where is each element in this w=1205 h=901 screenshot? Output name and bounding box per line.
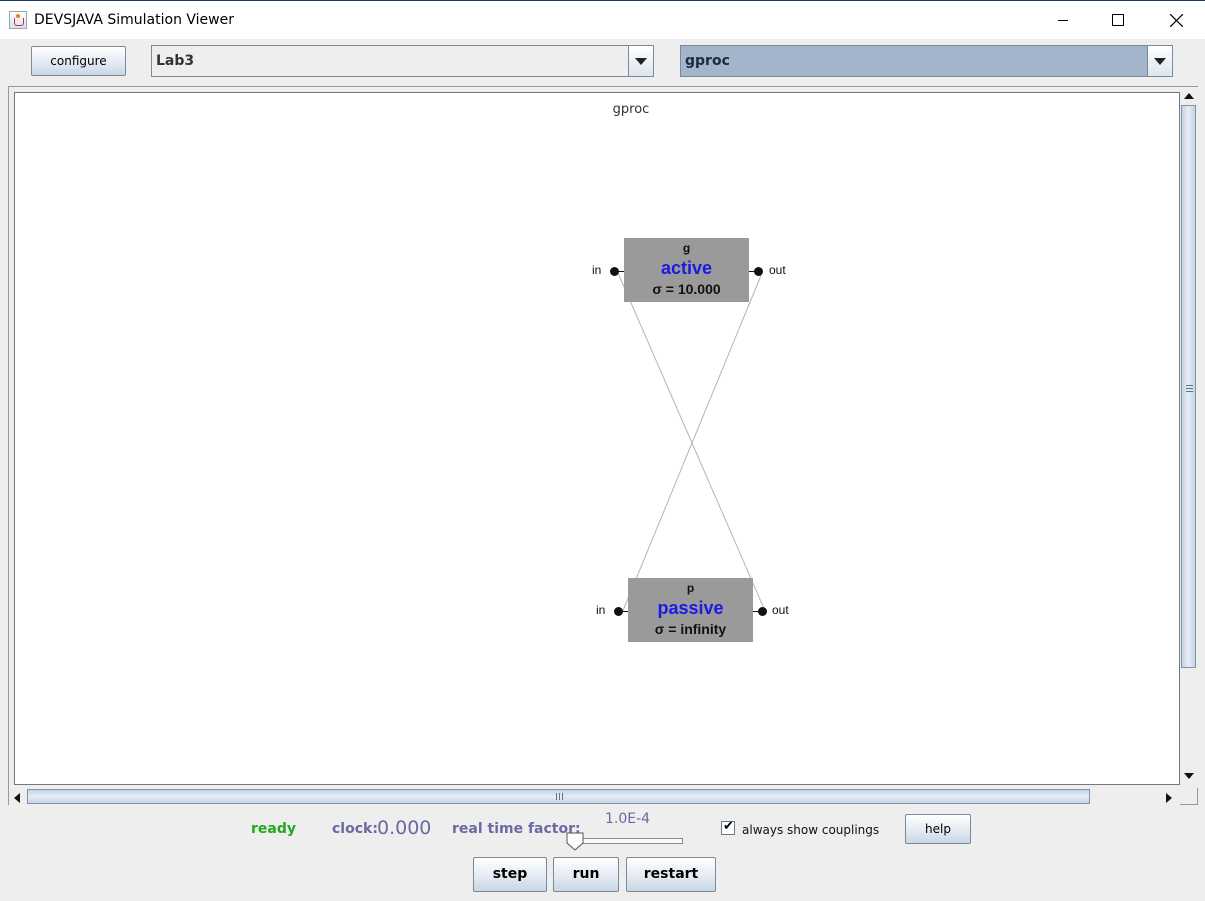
- chevron-down-icon[interactable]: [1147, 46, 1172, 76]
- real-time-factor-value: 1.0E-4: [605, 811, 651, 827]
- scroll-left-icon[interactable]: [14, 793, 20, 803]
- chevron-down-icon[interactable]: [628, 46, 653, 76]
- horizontal-scroll-thumb[interactable]: [27, 789, 1090, 804]
- slider-thumb[interactable]: [566, 832, 584, 851]
- model-sigma: σ = 10.000: [652, 281, 721, 297]
- g-in-port-label: in: [592, 263, 602, 277]
- vertical-scroll-thumb[interactable]: [1181, 105, 1196, 668]
- check-icon: ✔: [723, 819, 734, 834]
- p-in-port-dot[interactable]: [614, 607, 623, 616]
- component-select[interactable]: gproc: [680, 45, 1173, 77]
- coupling-lines: [617, 272, 767, 614]
- model-select[interactable]: Lab3: [151, 45, 654, 77]
- step-button[interactable]: step: [473, 857, 547, 892]
- model-phase: passive: [657, 598, 724, 618]
- restart-button[interactable]: restart: [626, 857, 716, 892]
- scroll-up-icon[interactable]: [1184, 93, 1194, 99]
- show-couplings-label: always show couplings: [742, 823, 880, 837]
- p-out-port-label: out: [772, 603, 789, 617]
- real-time-factor-slider[interactable]: [567, 838, 683, 844]
- title-bar: DEVSJAVA Simulation Viewer: [0, 0, 1205, 39]
- model-name: p: [686, 581, 695, 595]
- coupling-p-out-to-g-in: [617, 272, 767, 614]
- model-canvas: gproc g active σ = 10.000 in out p passi…: [14, 92, 1180, 785]
- p-in-port-label: in: [596, 603, 606, 617]
- model-sigma: σ = infinity: [654, 621, 727, 637]
- g-in-port-dot[interactable]: [610, 267, 619, 276]
- run-button[interactable]: run: [553, 857, 619, 892]
- atomic-model-g[interactable]: g active σ = 10.000: [624, 238, 749, 302]
- close-icon[interactable]: [1147, 1, 1205, 39]
- clock-value: 0.000: [377, 817, 432, 839]
- configure-button[interactable]: configure: [31, 46, 126, 76]
- horizontal-scrollbar[interactable]: [9, 788, 1180, 805]
- g-out-port-dot[interactable]: [754, 267, 763, 276]
- clock-label: clock:: [332, 821, 378, 837]
- scroll-right-icon[interactable]: [1166, 793, 1172, 803]
- atomic-model-p[interactable]: p passive σ = infinity: [628, 578, 753, 642]
- help-button[interactable]: help: [905, 814, 971, 844]
- g-out-port-label: out: [769, 263, 786, 277]
- model-phase: active: [660, 258, 713, 278]
- maximize-icon[interactable]: [1088, 1, 1146, 39]
- model-scroll-pane: gproc g active σ = 10.000 in out p passi…: [8, 86, 1198, 805]
- model-name: g: [682, 241, 691, 255]
- component-select-value: gproc: [685, 53, 730, 69]
- show-couplings-checkbox[interactable]: ✔: [721, 819, 735, 835]
- window-title: DEVSJAVA Simulation Viewer: [34, 12, 234, 28]
- scroll-down-icon[interactable]: [1184, 773, 1194, 779]
- model-select-value: Lab3: [156, 53, 195, 69]
- p-out-port-dot[interactable]: [758, 607, 767, 616]
- real-time-factor-label: real time factor:: [452, 821, 581, 837]
- status-label: ready: [251, 821, 296, 837]
- vertical-scrollbar[interactable]: [1180, 87, 1198, 788]
- java-app-icon: [9, 11, 27, 29]
